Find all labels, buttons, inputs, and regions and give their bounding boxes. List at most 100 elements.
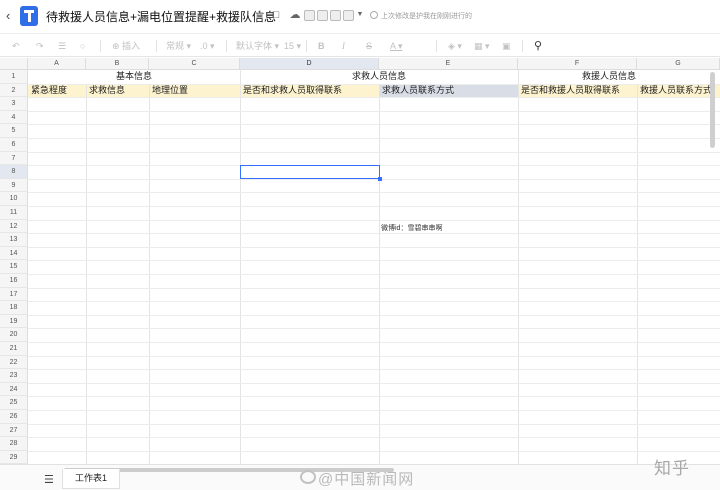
grid-line [28,314,720,316]
grid-line [28,138,720,139]
cloud-icon[interactable]: ☁ [288,9,302,21]
row-header[interactable]: 29 [0,450,28,465]
column-header-c[interactable]: C [149,58,240,70]
row-header[interactable]: 28 [0,437,28,451]
header-cell-d[interactable]: 是否和求救人员取得联系 [243,84,342,98]
document-title[interactable]: 待救援人员信息+漏电位置提醒+救援队信息 [46,8,276,25]
page-icon[interactable]: □ [270,9,282,21]
header-cell-c[interactable]: 地理位置 [152,84,188,98]
border-icon[interactable]: ▦ ▾ [474,40,490,52]
toolbar-mini-button[interactable] [317,10,328,21]
number-format-select[interactable]: 常规 ▾ [166,40,191,52]
row-header[interactable]: 14 [0,246,28,261]
fill-handle[interactable] [378,177,382,181]
row-header[interactable]: 26 [0,410,28,424]
row-header[interactable]: 16 [0,274,28,288]
header-cell-e[interactable]: 求救人员联系方式 [382,84,454,98]
row-header[interactable]: 20 [0,328,28,342]
italic-icon[interactable]: I [342,40,345,52]
row-header[interactable]: 8 [0,165,28,179]
row-header[interactable]: 6 [0,138,28,152]
back-icon[interactable]: ‹ [6,9,16,23]
toolbar-mini-button[interactable] [330,10,341,21]
row-header[interactable]: 3 [0,97,28,111]
search-icon[interactable]: ⚲ [534,40,542,52]
insert-label: 插入 [122,41,141,51]
row-header[interactable]: 21 [0,342,28,356]
column-header-g[interactable]: G [637,58,720,70]
row-header[interactable]: 4 [0,110,28,125]
grid-line [518,70,519,464]
row-header[interactable]: 18 [0,301,28,315]
row-header[interactable]: 13 [0,233,28,247]
row-header[interactable]: 7 [0,151,28,166]
insert-button[interactable]: ⊕ 插入 [112,40,140,52]
strikethrough-icon[interactable]: S [366,40,372,52]
column-header-e[interactable]: E [379,58,518,70]
column-header-a[interactable]: A [28,58,86,70]
toolbar-mini-button[interactable] [343,10,354,21]
toolbar-divider [156,40,157,52]
format-painter-icon[interactable]: ☰ [58,40,66,52]
grid-line [28,97,720,99]
grid-line [28,437,720,439]
grid-line [28,219,720,221]
row-header[interactable]: 2 [0,83,28,98]
grid-line [28,423,720,425]
save-status-text: 上次修改是护我在刚刚进行的 [381,13,472,20]
font-size-select[interactable]: 15 ▾ [284,40,301,52]
row-header[interactable]: 22 [0,355,28,370]
column-header-d[interactable]: D [240,58,379,70]
row-header[interactable]: 12 [0,219,28,234]
row-header[interactable]: 10 [0,192,28,206]
group-header-seeker[interactable]: 求救人员信息 [240,70,518,84]
bold-icon[interactable]: B [318,40,325,52]
row-header[interactable]: 24 [0,382,28,397]
group-header-rescuer[interactable]: 救援人员信息 [518,70,720,84]
redo-icon[interactable]: ↷ [36,40,44,52]
row-header[interactable]: 5 [0,124,28,138]
header-cell-a[interactable]: 紧急程度 [31,84,67,98]
grid-line [28,260,720,262]
column-header-f[interactable]: F [518,58,637,70]
font-size-label: 15 [284,41,295,51]
toolbar-mini-button[interactable] [304,10,315,21]
row-header[interactable]: 11 [0,206,28,220]
toolbar-divider [100,40,101,52]
grid-line [28,192,720,194]
grid-line [28,342,720,343]
group-header-basic[interactable]: 基本信息 [28,70,240,84]
merge-icon[interactable]: ▣ [502,40,511,52]
sheet-tab-1[interactable]: 工作表1 [62,469,120,489]
select-all-corner[interactable] [0,58,28,70]
font-color-icon[interactable]: A ▾ [390,40,403,52]
font-family-select[interactable]: 默认字体 ▾ [236,40,279,52]
row-header[interactable]: 17 [0,287,28,302]
row-header[interactable]: 1 [0,70,28,84]
header-cell-b[interactable]: 求救信息 [89,84,125,98]
grid-line [28,151,720,153]
cell-note-e12[interactable]: 微博id：雪碧串串啊 [381,223,442,233]
row-header[interactable]: 25 [0,396,28,410]
active-cell-d8[interactable] [240,165,380,180]
star-icon[interactable]: ☆ [254,9,266,21]
decimal-icon[interactable]: .0 ▾ [200,40,215,52]
grid-line [28,369,720,371]
layers-icon[interactable]: ☰ [44,474,56,486]
vertical-scrollbar[interactable] [710,72,715,148]
row-header[interactable]: 9 [0,178,28,193]
fill-color-icon[interactable]: ◈ ▾ [448,40,462,52]
grid-line [28,110,720,112]
undo-icon[interactable]: ↶ [12,40,20,52]
grid-line [28,410,720,411]
row-header[interactable]: 23 [0,369,28,383]
clear-format-icon[interactable]: ○ [80,40,85,52]
row-header[interactable]: 15 [0,260,28,274]
chevron-down-icon[interactable]: ▼ [354,9,366,21]
header-cell-f[interactable]: 是否和救援人员取得联系 [521,84,620,98]
row-header[interactable]: 19 [0,314,28,329]
column-header-b[interactable]: B [86,58,149,70]
header-cell-g[interactable]: 救援人员联系方式 [640,84,718,98]
row-header[interactable]: 27 [0,423,28,438]
grid-line [28,274,720,275]
